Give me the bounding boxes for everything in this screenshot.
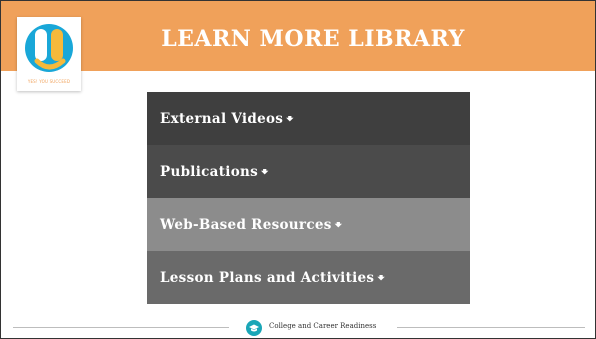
footer-caption: College and Career Readiness bbox=[269, 322, 377, 330]
logo-tagline: YES! YOU SUCCEED bbox=[27, 79, 71, 84]
menu-item-web-based-resources[interactable]: Web-Based Resources 🠻 bbox=[147, 198, 470, 251]
arrow-down-icon: 🠻 bbox=[286, 112, 294, 126]
menu-item-label: Web-Based Resources bbox=[160, 217, 332, 233]
page-title: LEARN MORE LIBRARY bbox=[161, 26, 465, 52]
arrow-down-icon: 🠻 bbox=[334, 218, 343, 232]
menu-item-label: Lesson Plans and Activities bbox=[160, 270, 375, 286]
logo: YES! YOU SUCCEED bbox=[17, 17, 81, 91]
menu-item-external-videos[interactable]: External Videos 🠻 bbox=[147, 92, 470, 145]
menu-item-label: External Videos bbox=[160, 111, 284, 127]
graduation-cap-icon bbox=[246, 320, 262, 336]
arrow-down-icon: 🠻 bbox=[377, 271, 386, 285]
menu-item-label: Publications bbox=[160, 164, 259, 180]
menu-item-lesson-plans[interactable]: Lesson Plans and Activities 🠻 bbox=[147, 251, 470, 304]
slide: LEARN MORE LIBRARY YES! YOU SUCCEED Exte… bbox=[0, 0, 596, 339]
menu-item-publications[interactable]: Publications 🠻 bbox=[147, 145, 470, 198]
library-menu: External Videos 🠻 Publications 🠻 Web-Based… bbox=[147, 92, 470, 304]
footer-divider-left bbox=[13, 327, 229, 328]
arrow-down-icon: 🠻 bbox=[261, 165, 269, 179]
footer-divider-right bbox=[397, 327, 585, 328]
